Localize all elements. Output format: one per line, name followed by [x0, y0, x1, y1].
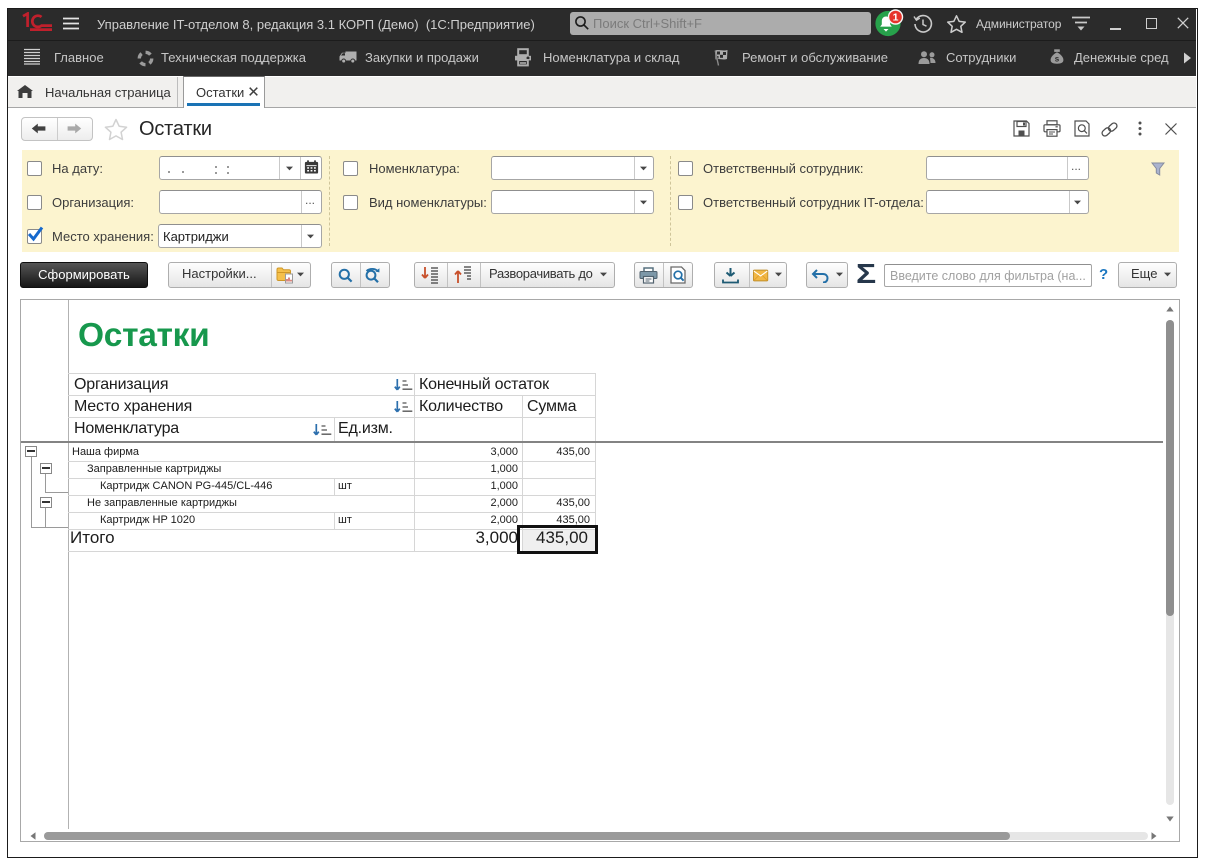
svg-text:1: 1 — [893, 12, 899, 24]
svg-text:s: s — [1055, 54, 1060, 63]
